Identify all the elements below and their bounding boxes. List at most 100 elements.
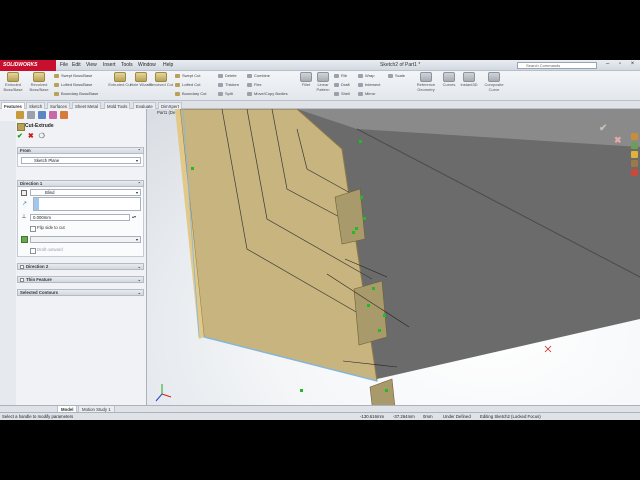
graphics-area[interactable]: Part1 (Default<<Default>_...	[147, 109, 640, 405]
menu-window[interactable]: Window	[138, 60, 156, 71]
shell-button[interactable]: Shell	[334, 90, 350, 98]
rib-button[interactable]: Rib	[334, 72, 347, 80]
curves-icon	[443, 72, 455, 82]
thin-feature-group-header[interactable]: Thin Feature ⌄	[17, 276, 144, 283]
flip-side-checkbox[interactable]: Flip side to cut	[30, 225, 65, 232]
feature-tree-icon[interactable]	[16, 111, 24, 119]
tab-sketch[interactable]: Sketch	[26, 102, 46, 109]
intersect-button[interactable]: Intersect	[358, 81, 380, 89]
title-bar: SOLIDWORKS File Edit View Insert Tools W…	[0, 60, 640, 71]
selected-contours-group-header[interactable]: Selected Contours ⌄	[17, 289, 144, 296]
ok-button[interactable]: ✔	[17, 133, 23, 140]
revolved-boss-button[interactable]: Revolved Boss/Base	[27, 72, 51, 92]
composite-curve-icon	[488, 72, 500, 82]
menu-help[interactable]: Help	[163, 60, 173, 71]
display-manager-icon[interactable]	[60, 111, 68, 119]
status-y: -37.264mm	[393, 414, 415, 419]
menu-file[interactable]: File	[60, 60, 68, 71]
view-palette-icon[interactable]	[631, 160, 638, 167]
direction1-group: Blind ▾ ↗ ⟂ 0.000mm ▴▾ Flip side to cut ▾…	[17, 187, 144, 257]
cancel-button[interactable]: ✖	[28, 133, 34, 140]
document-title: Sketch2 of Part1 *	[380, 62, 421, 68]
move-copy-bodies-button[interactable]: Move/Copy Bodies	[247, 90, 288, 98]
split-button[interactable]: Split	[218, 90, 233, 98]
origin-marker	[544, 345, 552, 353]
combine-button[interactable]: Combine	[247, 72, 270, 80]
composite-curve-button[interactable]: Composite Curve	[481, 72, 507, 92]
chevron-down-icon: ▾	[135, 190, 138, 195]
revolve-boss-icon	[33, 72, 45, 82]
part-model[interactable]	[147, 109, 640, 405]
dimxpert-icon[interactable]	[49, 111, 57, 119]
chevron-down-icon: ⌄	[137, 264, 141, 269]
chevron-down-icon: ▾	[135, 237, 138, 242]
reference-geometry-button[interactable]: Reference Geometry	[412, 72, 440, 92]
property-manager-icon[interactable]	[27, 111, 35, 119]
direction2-group-header[interactable]: Direction 2 ⌄	[17, 263, 144, 270]
task-pane-tabs	[631, 133, 640, 178]
axis-triad	[155, 384, 172, 402]
instant3d-icon	[463, 72, 475, 82]
draft-angle-input[interactable]: ▾	[30, 236, 141, 243]
tab-surfaces[interactable]: Surfaces	[47, 102, 70, 109]
solidworks-window: SOLIDWORKS File Edit View Insert Tools W…	[0, 60, 640, 420]
direction-selection-box[interactable]	[33, 197, 141, 211]
file-explorer-icon[interactable]	[631, 151, 638, 158]
instant3d-button[interactable]: Instant3D	[456, 72, 482, 88]
from-select[interactable]: Sketch Plane ▾	[21, 157, 141, 164]
tab-evaluate[interactable]: Evaluate	[133, 102, 156, 109]
appearances-icon[interactable]	[631, 169, 638, 176]
tab-features[interactable]: Features	[1, 102, 25, 109]
thicken-button[interactable]: Thicken	[218, 81, 239, 89]
menu-insert[interactable]: Insert	[103, 60, 116, 71]
from-group-header[interactable]: From ⌃	[17, 147, 144, 154]
boundary-cut-button[interactable]: Boundary Cut	[175, 90, 206, 98]
tab-mold-tools[interactable]: Mold Tools	[104, 102, 131, 109]
swept-cut-button[interactable]: Swept Cut	[175, 72, 200, 80]
end-condition-select[interactable]: Blind ▾	[30, 189, 141, 196]
menu-edit[interactable]: Edit	[72, 60, 81, 71]
chevron-down-icon: ⌄	[137, 277, 141, 282]
configuration-icon[interactable]	[38, 111, 46, 119]
property-manager: Cut-Extrude ✔ ✖ ❍ From ⌃ Sketch Plane ▾ Di…	[0, 109, 147, 409]
status-bar: Select a handle to modify parameters -13…	[0, 412, 640, 420]
extruded-boss-button[interactable]: Extruded Boss/Base	[1, 72, 25, 92]
revolved-cut-button[interactable]: Revolved Cut	[149, 72, 173, 88]
draft-button[interactable]: Draft	[334, 81, 350, 89]
reverse-direction-icon[interactable]	[21, 190, 27, 196]
tab-dimxpert[interactable]: DimXpert	[158, 102, 182, 109]
model-tabs: Model Motion Study 1	[0, 405, 640, 413]
confirm-corner-cancel-icon[interactable]: ✖	[614, 135, 622, 146]
chevron-down-icon: ⌄	[137, 290, 141, 295]
linear-pattern-icon	[317, 72, 329, 82]
resources-icon[interactable]	[631, 133, 638, 140]
wrap-button[interactable]: Wrap	[358, 72, 374, 80]
direction-arrow-icon: ↗	[22, 201, 28, 207]
draft-outward-checkbox[interactable]: Draft outward	[30, 247, 63, 254]
depth-spinner-icon[interactable]: ▴▾	[132, 214, 136, 219]
menu-view[interactable]: View	[86, 60, 97, 71]
window-controls[interactable]: – ▫ ×	[606, 61, 638, 67]
menu-tools[interactable]: Tools	[121, 60, 133, 71]
direction2-checkbox[interactable]	[20, 265, 24, 269]
tab-sheet-metal[interactable]: Sheet Metal	[72, 102, 101, 109]
swept-boss-button[interactable]: Swept Boss/Base	[54, 72, 92, 80]
design-library-icon[interactable]	[631, 142, 638, 149]
lofted-boss-button[interactable]: Lofted Boss/Base	[54, 81, 92, 89]
preview-button[interactable]: ❍	[39, 133, 45, 140]
mirror-button[interactable]: Mirror	[358, 90, 375, 98]
direction1-group-header[interactable]: Direction 1 ⌃	[17, 180, 144, 187]
lofted-cut-button[interactable]: Lofted Cut	[175, 81, 200, 89]
linear-pattern-button[interactable]: Linear Pattern	[311, 72, 335, 92]
depth-input[interactable]: 0.000mm	[30, 214, 130, 221]
thin-feature-checkbox[interactable]	[20, 278, 24, 282]
search-input[interactable]: Search Commands	[517, 62, 597, 69]
solidworks-logo: SOLIDWORKS	[0, 60, 56, 71]
delete-button[interactable]: Delete	[218, 72, 237, 80]
flex-button[interactable]: Flex	[247, 81, 262, 89]
feature-tree-collapsed	[0, 121, 16, 409]
draft-icon[interactable]	[21, 236, 28, 243]
confirm-corner-ok-icon[interactable]: ✔	[599, 123, 607, 134]
boundary-boss-button[interactable]: Boundary Boss/Base	[54, 90, 98, 98]
scale-button[interactable]: Scale	[388, 72, 405, 80]
